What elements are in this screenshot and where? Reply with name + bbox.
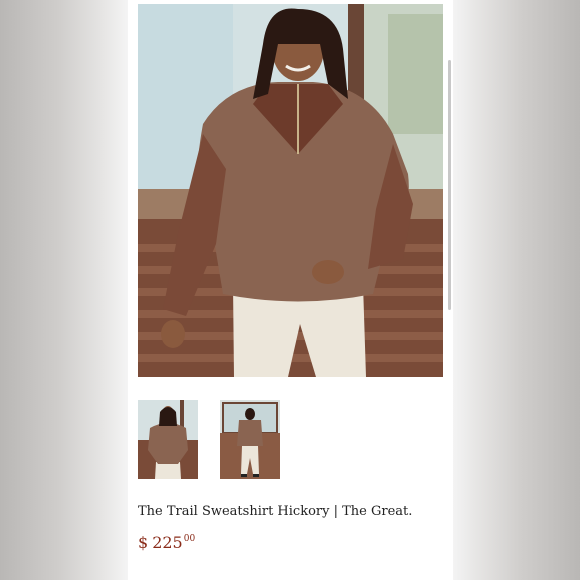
price-whole: 225 — [152, 533, 183, 552]
main-photo — [138, 4, 443, 377]
thumbnail-back-photo — [220, 400, 280, 479]
thumbnail-back-view[interactable] — [220, 400, 280, 479]
price-cents: 00 — [183, 534, 196, 544]
product-price: $ 225 00 — [138, 533, 195, 552]
thumbnail-strip — [138, 400, 280, 479]
product-card: The Trail Sweatshirt Hickory | The Great… — [128, 0, 453, 580]
thumbnail-front-view[interactable] — [138, 400, 198, 479]
price-currency: $ — [138, 533, 149, 552]
thumbnail-front-photo — [138, 400, 198, 479]
product-title[interactable]: The Trail Sweatshirt Hickory | The Great… — [138, 504, 443, 519]
scrollbar[interactable] — [448, 60, 451, 310]
product-main-image[interactable] — [138, 4, 443, 377]
